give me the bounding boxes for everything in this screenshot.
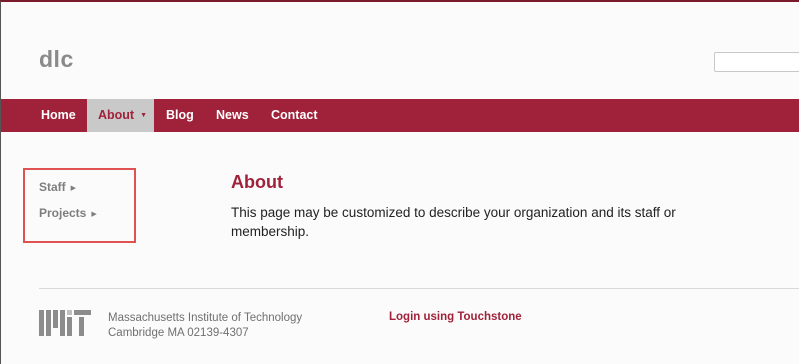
- arrow-right-icon: ▶: [91, 211, 97, 218]
- page-title: About: [231, 172, 283, 192]
- page-frame: dlc Home About ▼ Blog News Contact Staff ▶…: [0, 0, 799, 364]
- footer-address-line2: Cambridge MA 02139-4307: [108, 327, 249, 339]
- sidebar-item-staff[interactable]: Staff ▶: [39, 180, 76, 194]
- site-name[interactable]: dlc: [39, 46, 74, 73]
- footer-address: Massachusetts Institute of Technology Ca…: [108, 311, 302, 341]
- footer-address-line1: Massachusetts Institute of Technology: [108, 312, 303, 324]
- page-body: This page may be customized to describe …: [231, 205, 676, 239]
- login-touchstone-link[interactable]: Login using Touchstone: [389, 311, 522, 323]
- main-nav: Home About ▼ Blog News Contact: [1, 99, 799, 132]
- mit-logo[interactable]: [39, 310, 91, 336]
- nav-news[interactable]: News: [205, 99, 260, 132]
- arrow-right-icon: ▶: [70, 185, 77, 192]
- search-input[interactable]: [714, 52, 799, 72]
- footer-divider: [39, 288, 799, 289]
- sidebar-item-projects[interactable]: Projects ▶: [39, 206, 97, 220]
- nav-contact[interactable]: Contact: [260, 99, 329, 132]
- nav-blog[interactable]: Blog: [155, 99, 205, 132]
- caret-down-icon: ▼: [140, 112, 148, 119]
- nav-home[interactable]: Home: [30, 99, 87, 132]
- nav-about[interactable]: About ▼: [87, 99, 154, 132]
